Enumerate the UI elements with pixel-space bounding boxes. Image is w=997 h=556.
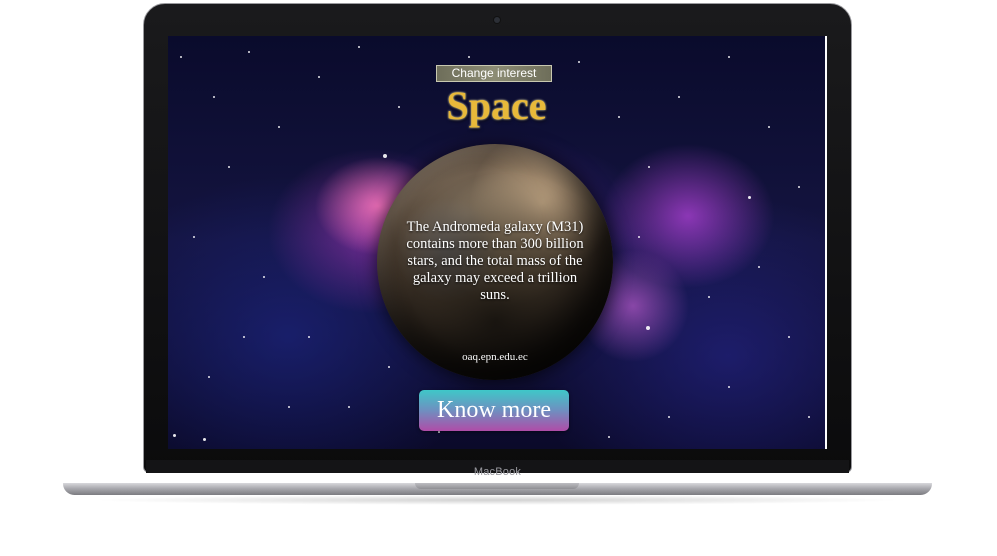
app-screen: Change interest Space The Andromeda gala… [168,36,825,449]
change-interest-button[interactable]: Change interest [436,65,552,82]
fact-text: The Andromeda galaxy (M31) contains more… [406,219,584,303]
know-more-button[interactable]: Know more [419,390,569,431]
screen-edge [825,36,827,449]
camera-icon [494,17,500,23]
laptop-base-notch [415,483,579,489]
laptop-mockup: Change interest Space The Andromeda gala… [0,0,997,556]
interest-title: Space [446,83,547,128]
source-link[interactable]: oaq.epn.edu.ec [398,351,592,363]
laptop-shadow [90,495,905,505]
brand-label: MacBook [473,466,522,478]
